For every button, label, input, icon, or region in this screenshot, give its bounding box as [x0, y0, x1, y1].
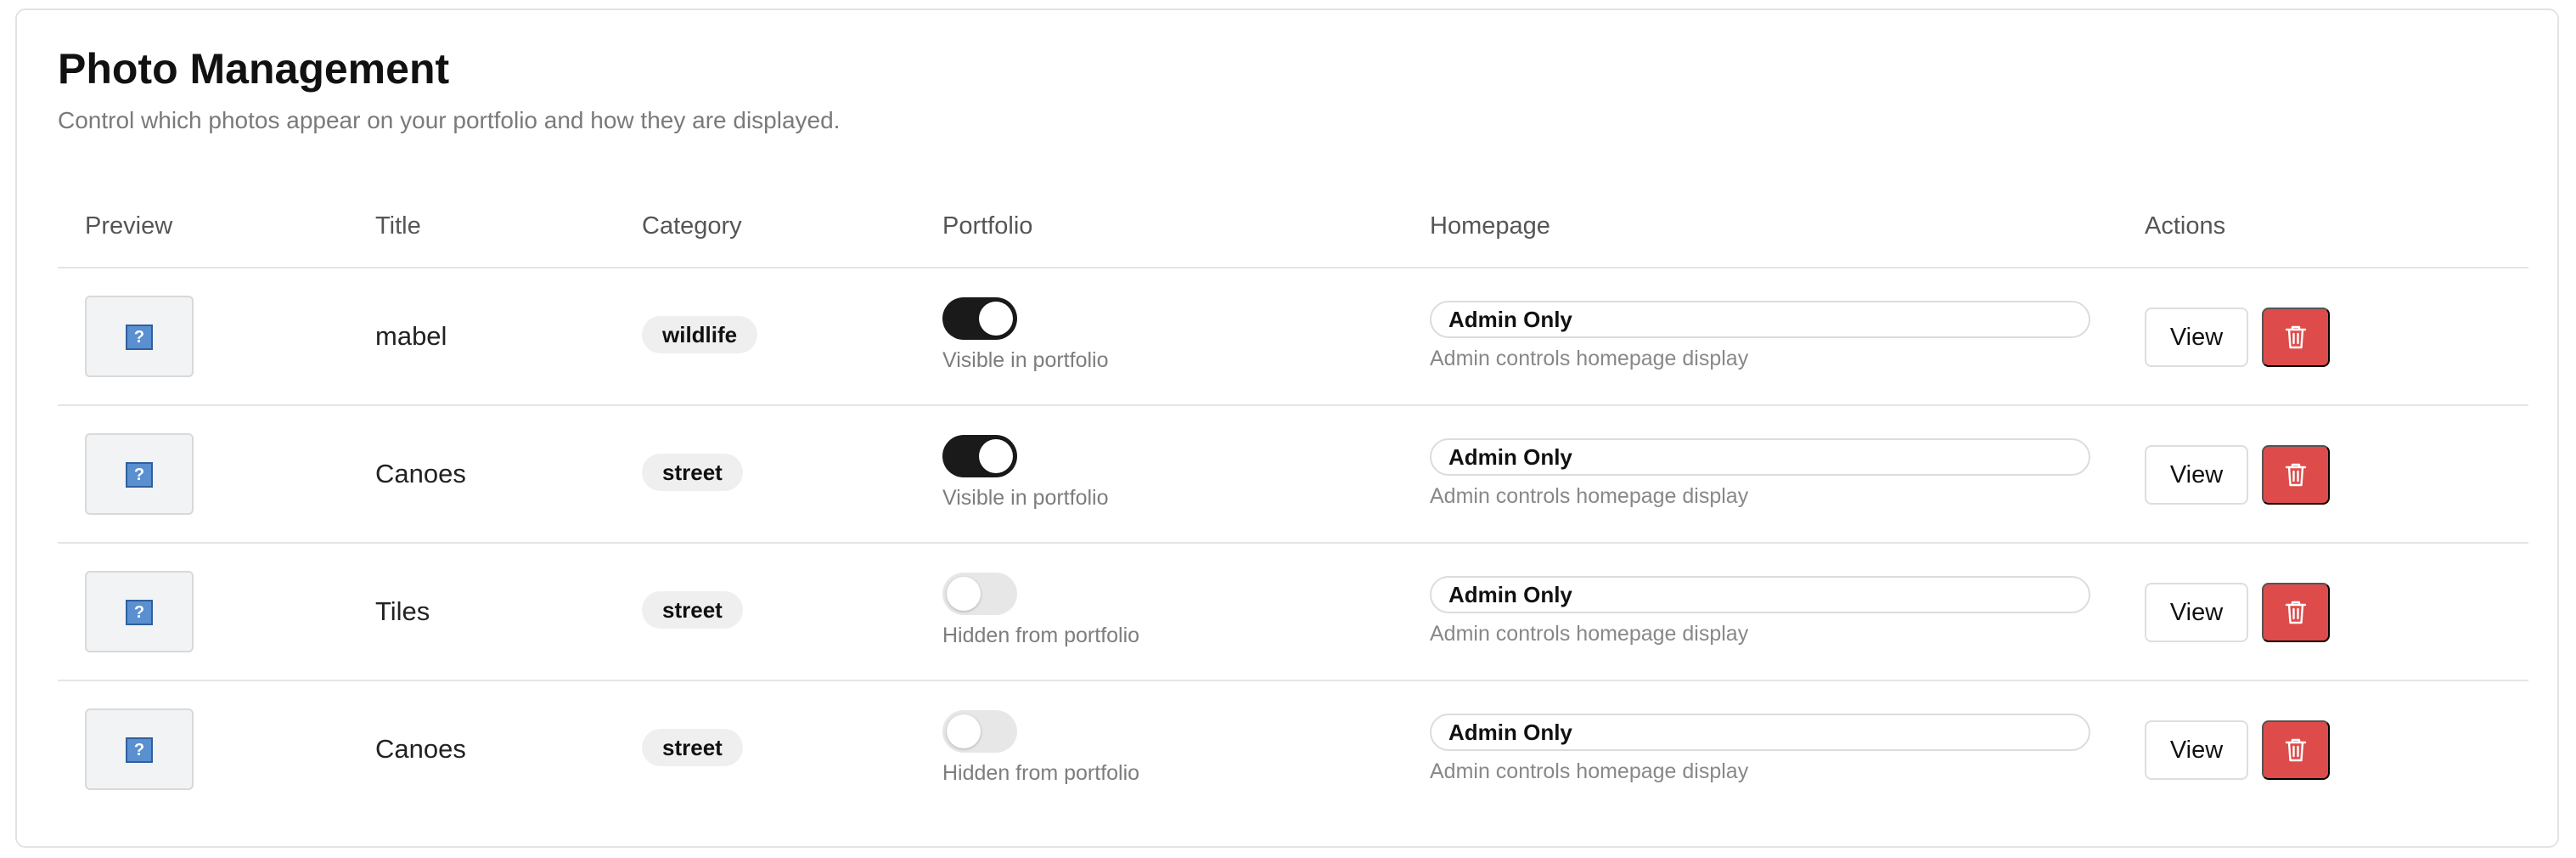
delete-button[interactable] — [2262, 308, 2330, 367]
table-row: ? Canoes street Visible in portfolio Adm… — [58, 406, 2528, 544]
homepage-help-text: Admin controls homepage display — [1430, 759, 1749, 783]
photo-title: Tiles — [375, 596, 430, 626]
category-badge: street — [642, 454, 743, 491]
delete-button[interactable] — [2262, 720, 2330, 780]
photos-table: Preview Title Category Portfolio Homepag… — [58, 189, 2528, 817]
toggle-knob — [947, 577, 981, 611]
portfolio-toggle[interactable] — [942, 710, 1017, 753]
category-badge: street — [642, 591, 743, 629]
table-row: ? Tiles street Hidden from portfolio Adm… — [58, 544, 2528, 681]
table-header: Preview Title Category Portfolio Homepag… — [58, 189, 2528, 268]
photo-title: mabel — [375, 321, 447, 351]
trash-icon — [2285, 463, 2307, 487]
toggle-knob — [947, 714, 981, 748]
column-header-preview: Preview — [85, 212, 173, 240]
homepage-select[interactable]: Admin Only — [1430, 576, 2090, 613]
image-placeholder-icon: ? — [126, 737, 153, 763]
photo-preview-thumbnail[interactable]: ? — [85, 296, 194, 377]
category-badge: street — [642, 729, 743, 766]
trash-icon — [2285, 325, 2307, 349]
delete-button[interactable] — [2262, 583, 2330, 642]
column-header-homepage: Homepage — [1430, 212, 1550, 240]
image-placeholder-icon: ? — [126, 600, 153, 625]
portfolio-status-text: Visible in portfolio — [942, 486, 1109, 510]
column-header-category: Category — [642, 212, 742, 240]
homepage-help-text: Admin controls homepage display — [1430, 622, 1749, 646]
column-header-title: Title — [375, 212, 421, 240]
photo-preview-thumbnail[interactable]: ? — [85, 433, 194, 515]
view-button[interactable]: View — [2145, 445, 2248, 505]
photo-preview-thumbnail[interactable]: ? — [85, 708, 194, 790]
category-badge: wildlife — [642, 316, 758, 353]
portfolio-toggle[interactable] — [942, 435, 1017, 477]
view-button[interactable]: View — [2145, 720, 2248, 780]
column-header-actions: Actions — [2145, 212, 2226, 240]
homepage-help-text: Admin controls homepage display — [1430, 484, 1749, 508]
delete-button[interactable] — [2262, 445, 2330, 505]
view-button[interactable]: View — [2145, 583, 2248, 642]
column-header-portfolio: Portfolio — [942, 212, 1033, 240]
homepage-help-text: Admin controls homepage display — [1430, 347, 1749, 370]
photo-management-card: Photo Management Control which photos ap… — [15, 8, 2559, 848]
photo-title: Canoes — [375, 459, 466, 488]
portfolio-toggle[interactable] — [942, 573, 1017, 615]
homepage-select[interactable]: Admin Only — [1430, 714, 2090, 751]
view-button[interactable]: View — [2145, 308, 2248, 367]
homepage-select[interactable]: Admin Only — [1430, 301, 2090, 338]
table-row: ? mabel wildlife Visible in portfolio Ad… — [58, 268, 2528, 406]
portfolio-status-text: Hidden from portfolio — [942, 761, 1140, 785]
toggle-knob — [979, 439, 1013, 473]
photo-preview-thumbnail[interactable]: ? — [85, 571, 194, 652]
page-subtitle: Control which photos appear on your port… — [58, 107, 841, 133]
photo-title: Canoes — [375, 734, 466, 764]
portfolio-toggle[interactable] — [942, 297, 1017, 340]
image-placeholder-icon: ? — [126, 462, 153, 488]
page-title: Photo Management — [58, 45, 450, 93]
homepage-select[interactable]: Admin Only — [1430, 438, 2090, 476]
trash-icon — [2285, 601, 2307, 624]
image-placeholder-icon: ? — [126, 325, 153, 350]
toggle-knob — [979, 302, 1013, 336]
table-row: ? Canoes street Hidden from portfolio Ad… — [58, 681, 2528, 817]
portfolio-status-text: Visible in portfolio — [942, 348, 1109, 372]
portfolio-status-text: Hidden from portfolio — [942, 624, 1140, 647]
trash-icon — [2285, 738, 2307, 762]
